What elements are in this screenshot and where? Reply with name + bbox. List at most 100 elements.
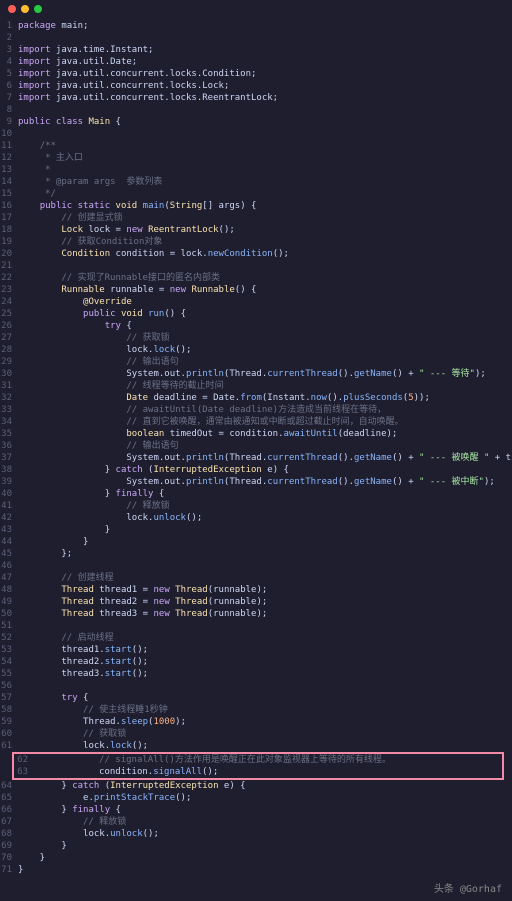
code-line[interactable]: 50 Thread thread3 = new Thread(runnable)… — [0, 608, 512, 620]
code-line[interactable]: 26 try { — [0, 320, 512, 332]
code-line[interactable]: 20 Condition condition = lock.newConditi… — [0, 248, 512, 260]
code-line[interactable]: 6import java.util.concurrent.locks.Lock; — [0, 80, 512, 92]
line-number: 66 — [0, 804, 18, 816]
code-line[interactable]: 15 */ — [0, 188, 512, 200]
code-line[interactable]: 32 Date deadline = Date.from(Instant.now… — [0, 392, 512, 404]
code-line[interactable]: 7import java.util.concurrent.locks.Reent… — [0, 92, 512, 104]
code-line[interactable]: 29 // 输出语句 — [0, 356, 512, 368]
code-line[interactable]: 64 } catch (InterruptedException e) { — [0, 780, 512, 792]
code-line[interactable]: 66 } finally { — [0, 804, 512, 816]
line-number: 57 — [0, 692, 18, 704]
code-line[interactable]: 49 Thread thread2 = new Thread(runnable)… — [0, 596, 512, 608]
code-line[interactable]: 46 — [0, 560, 512, 572]
code-line[interactable]: 36 // 输出语句 — [0, 440, 512, 452]
line-content: // 线程等待的截止时间 — [18, 380, 512, 392]
code-line[interactable]: 18 Lock lock = new ReentrantLock(); — [0, 224, 512, 236]
line-number: 24 — [0, 296, 18, 308]
line-number: 27 — [0, 332, 18, 344]
minimize-icon[interactable] — [21, 5, 29, 13]
code-line[interactable]: 39 System.out.println(Thread.currentThre… — [0, 476, 512, 488]
code-line[interactable]: 10 — [0, 128, 512, 140]
line-content: // signalAll()方法作用是唤醒正在此对象监视器上等待的所有线程。 — [34, 754, 500, 766]
code-line[interactable]: 13 * — [0, 164, 512, 176]
code-line[interactable]: 21 — [0, 260, 512, 272]
code-line[interactable]: 37 System.out.println(Thread.currentThre… — [0, 452, 512, 464]
code-line[interactable]: 17 // 创建显式锁 — [0, 212, 512, 224]
code-line[interactable]: 24 @Override — [0, 296, 512, 308]
code-line[interactable]: 31 // 线程等待的截止时间 — [0, 380, 512, 392]
code-line[interactable]: 35 boolean timedOut = condition.awaitUnt… — [0, 428, 512, 440]
code-line[interactable]: 44 } — [0, 536, 512, 548]
code-line[interactable]: 12 * 主入口 — [0, 152, 512, 164]
line-number: 23 — [0, 284, 18, 296]
code-line[interactable]: 67 // 释放锁 — [0, 816, 512, 828]
code-line[interactable]: 61 lock.lock(); — [0, 740, 512, 752]
code-line[interactable]: 19 // 获取Condition对象 — [0, 236, 512, 248]
code-line[interactable]: 33 // awaitUntil(Date deadline)方法造成当前线程在… — [0, 404, 512, 416]
line-content: try { — [18, 320, 512, 332]
line-content: // 使主线程睡1秒钟 — [18, 704, 512, 716]
code-line[interactable]: 51 — [0, 620, 512, 632]
code-line[interactable]: 3import java.time.Instant; — [0, 44, 512, 56]
code-area[interactable]: 1package main;23import java.time.Instant… — [0, 18, 512, 878]
code-line[interactable]: 57 try { — [0, 692, 512, 704]
code-line[interactable]: 45 }; — [0, 548, 512, 560]
editor-window: 1package main;23import java.time.Instant… — [0, 0, 512, 901]
code-line[interactable]: 16 public static void main(String[] args… — [0, 200, 512, 212]
code-line[interactable]: 41 // 释放锁 — [0, 500, 512, 512]
code-line[interactable]: 70 } — [0, 852, 512, 864]
code-line[interactable]: 47 // 创建线程 — [0, 572, 512, 584]
line-content: // 直到它被唤醒，通常由被通知或中断或超过截止时间，自动唤醒。 — [18, 416, 512, 428]
line-number: 64 — [0, 780, 18, 792]
code-line[interactable]: 71} — [0, 864, 512, 876]
code-line[interactable]: 55 thread3.start(); — [0, 668, 512, 680]
code-line[interactable]: 48 Thread thread1 = new Thread(runnable)… — [0, 584, 512, 596]
code-line[interactable]: 22 // 实现了Runnable接口的匿名内部类 — [0, 272, 512, 284]
code-line[interactable]: 27 // 获取锁 — [0, 332, 512, 344]
code-line[interactable]: 8 — [0, 104, 512, 116]
code-line[interactable]: 40 } finally { — [0, 488, 512, 500]
code-line[interactable]: 2 — [0, 32, 512, 44]
code-line[interactable]: 1package main; — [0, 20, 512, 32]
line-number: 40 — [0, 488, 18, 500]
code-line[interactable]: 4import java.util.Date; — [0, 56, 512, 68]
attribution-label: 头条 @Gorhaf — [434, 880, 502, 895]
line-content — [18, 680, 512, 692]
line-content: lock.unlock(); — [18, 828, 512, 840]
maximize-icon[interactable] — [34, 5, 42, 13]
code-line[interactable]: 68 lock.unlock(); — [0, 828, 512, 840]
code-line[interactable]: 56 — [0, 680, 512, 692]
code-line[interactable]: 14 * @param args 参数列表 — [0, 176, 512, 188]
code-line[interactable]: 63 condition.signalAll(); — [16, 766, 500, 778]
code-line[interactable]: 11 /** — [0, 140, 512, 152]
code-line[interactable]: 69 } — [0, 840, 512, 852]
code-line[interactable]: 43 } — [0, 524, 512, 536]
code-line[interactable]: 25 public void run() { — [0, 308, 512, 320]
code-line[interactable]: 54 thread2.start(); — [0, 656, 512, 668]
code-line[interactable]: 53 thread1.start(); — [0, 644, 512, 656]
code-line[interactable]: 5import java.util.concurrent.locks.Condi… — [0, 68, 512, 80]
line-number: 49 — [0, 596, 18, 608]
code-line[interactable]: 42 lock.unlock(); — [0, 512, 512, 524]
line-content: * 主入口 — [18, 152, 512, 164]
code-line[interactable]: 30 System.out.println(Thread.currentThre… — [0, 368, 512, 380]
code-line[interactable]: 62 // signalAll()方法作用是唤醒正在此对象监视器上等待的所有线程… — [16, 754, 500, 766]
line-content — [18, 620, 512, 632]
code-line[interactable]: 60 // 获取锁 — [0, 728, 512, 740]
close-icon[interactable] — [8, 5, 16, 13]
code-line[interactable]: 9public class Main { — [0, 116, 512, 128]
line-number: 39 — [0, 476, 18, 488]
code-line[interactable]: 58 // 使主线程睡1秒钟 — [0, 704, 512, 716]
code-line[interactable]: 52 // 启动线程 — [0, 632, 512, 644]
line-content: /** — [18, 140, 512, 152]
code-line[interactable]: 34 // 直到它被唤醒，通常由被通知或中断或超过截止时间，自动唤醒。 — [0, 416, 512, 428]
line-number: 18 — [0, 224, 18, 236]
line-content: package main; — [18, 20, 512, 32]
code-line[interactable]: 65 e.printStackTrace(); — [0, 792, 512, 804]
line-number: 1 — [0, 20, 18, 32]
code-line[interactable]: 23 Runnable runnable = new Runnable() { — [0, 284, 512, 296]
code-line[interactable]: 28 lock.lock(); — [0, 344, 512, 356]
code-line[interactable]: 38 } catch (InterruptedException e) { — [0, 464, 512, 476]
line-content: Thread.sleep(1000); — [18, 716, 512, 728]
code-line[interactable]: 59 Thread.sleep(1000); — [0, 716, 512, 728]
